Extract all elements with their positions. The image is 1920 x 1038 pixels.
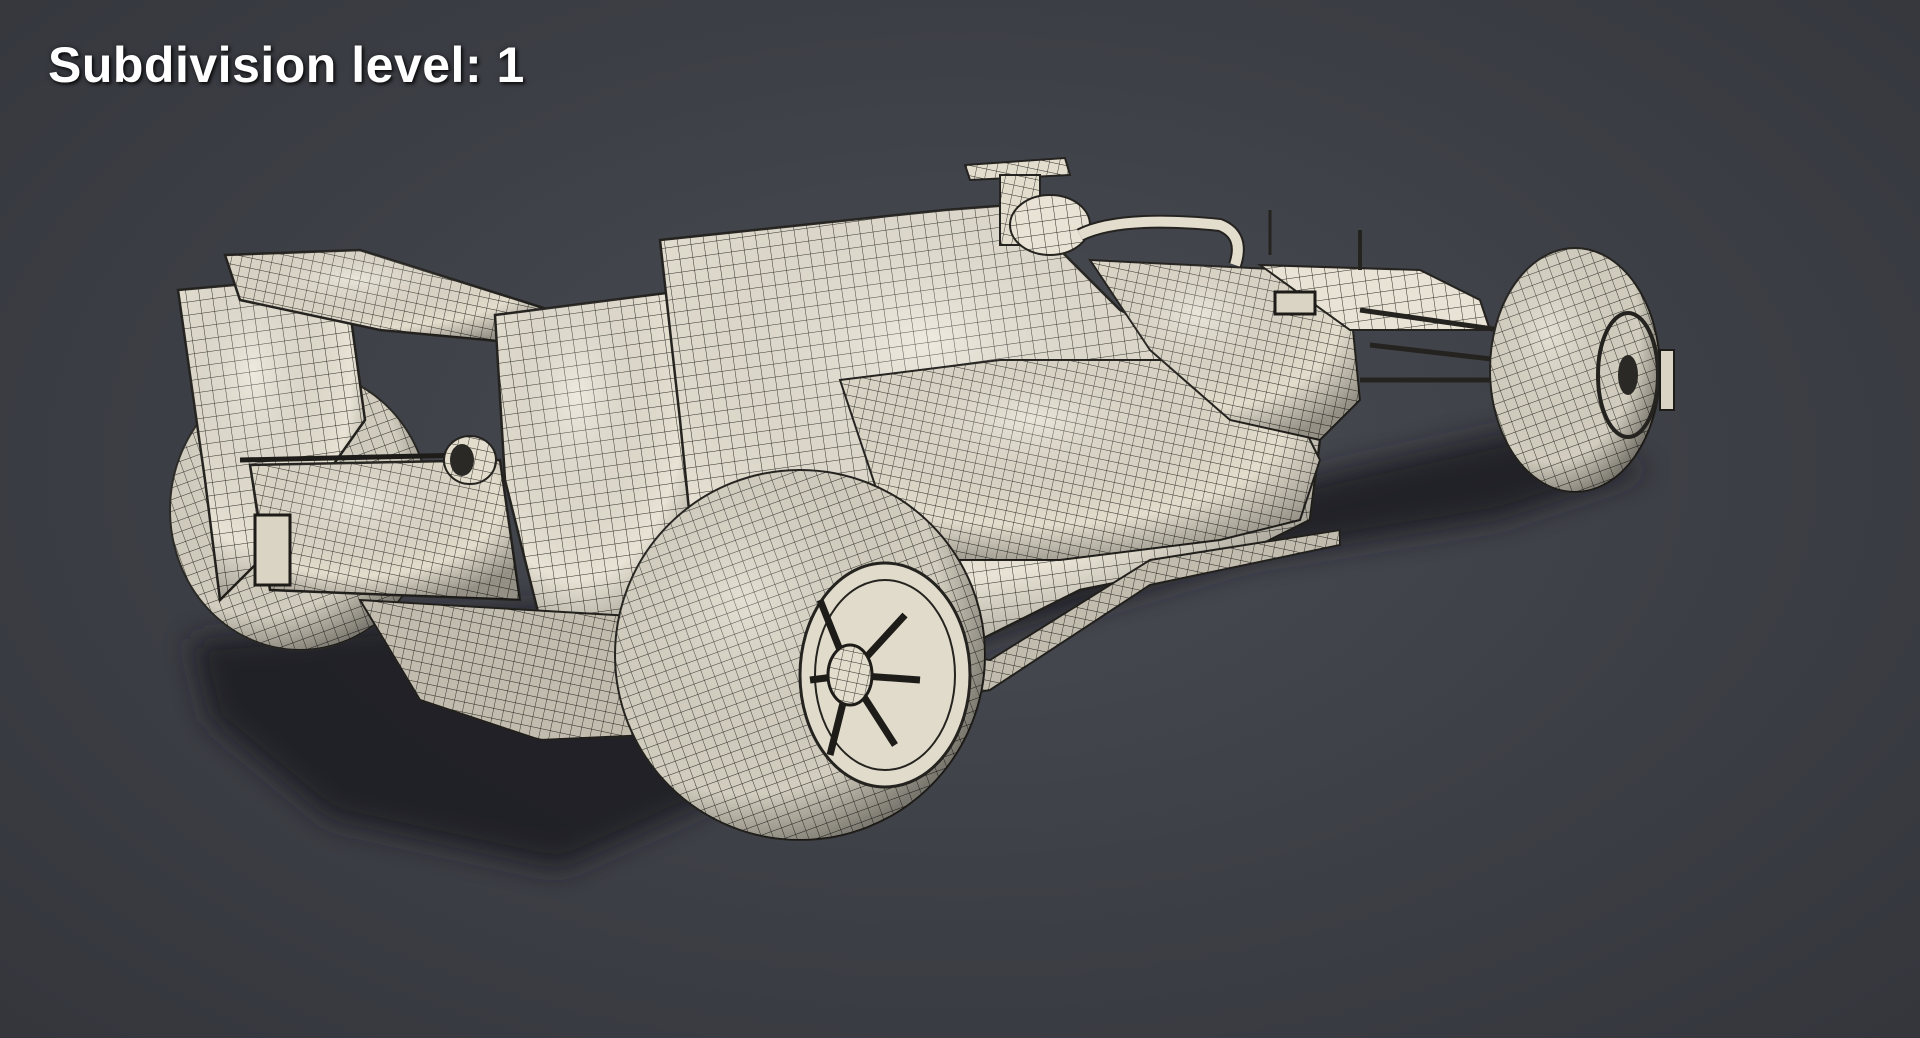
- front-tyre: [1489, 247, 1675, 493]
- rear-wing: [176, 248, 702, 642]
- render-viewport: [0, 0, 1920, 1038]
- exhaust-pipe: [443, 435, 497, 485]
- car-wireframe-render: [169, 156, 1675, 870]
- subdivision-level-label: Subdivision level: 1: [48, 37, 525, 93]
- rear-tyre: [614, 469, 986, 841]
- halo: [1076, 214, 1245, 268]
